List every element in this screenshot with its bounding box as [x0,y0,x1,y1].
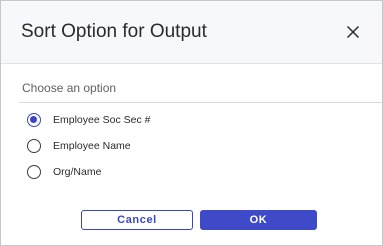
sort-option-dialog: Sort Option for Output Choose an option … [0,0,383,246]
option-label: Org/Name [53,166,102,178]
radio-button-employee-soc-sec[interactable] [27,113,41,127]
close-button[interactable] [336,15,370,49]
option-employee-name[interactable]: Employee Name [27,136,131,156]
option-org-name[interactable]: Org/Name [27,162,101,182]
dialog-header: Sort Option for Output [1,1,382,63]
option-employee-soc-sec[interactable]: Employee Soc Sec # [27,110,150,130]
header-divider [1,63,382,64]
radio-button-employee-name[interactable] [27,139,41,153]
option-label: Employee Soc Sec # [53,114,151,126]
option-label: Employee Name [53,140,131,152]
dialog-title: Sort Option for Output [21,21,207,42]
close-x-icon [346,25,360,39]
section-label: Choose an option [22,81,117,95]
ok-button[interactable]: OK [200,210,317,230]
cancel-button[interactable]: Cancel [81,210,193,230]
section-divider [19,102,382,103]
radio-button-org-name[interactable] [27,165,41,179]
